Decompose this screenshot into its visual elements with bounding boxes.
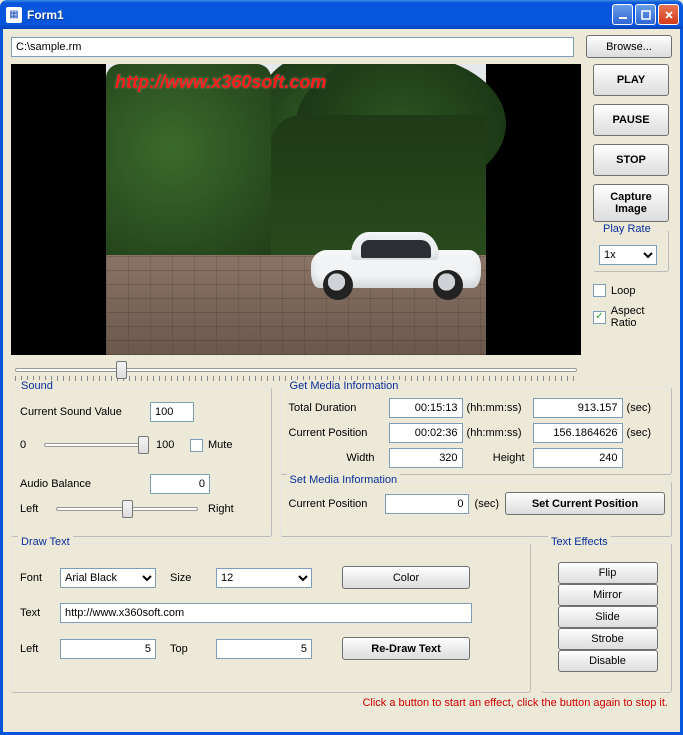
window-buttons [612, 4, 679, 25]
sound-current-label: Current Sound Value [20, 406, 150, 418]
width-label: Width [289, 452, 385, 464]
maximize-button[interactable] [635, 4, 656, 25]
volume-slider[interactable] [40, 434, 150, 456]
video-preview: http://www.x360soft.com [11, 64, 581, 355]
position-slider-row [11, 359, 581, 381]
height-label: Height [467, 452, 529, 464]
balance-right-label: Right [208, 503, 234, 515]
sec-hint-3: (sec) [475, 498, 499, 510]
video-watermark: http://www.x360soft.com [115, 72, 326, 93]
balance-input[interactable] [150, 474, 210, 494]
set-media-group: Set Media Information Current Position (… [280, 481, 672, 537]
draw-text-input[interactable] [60, 603, 472, 623]
aspect-ratio-checkbox[interactable] [593, 311, 606, 324]
balance-slider[interactable] [52, 498, 202, 520]
current-position-hms[interactable] [389, 423, 463, 443]
mute-checkbox[interactable] [190, 439, 203, 452]
file-row: Browse... [11, 35, 672, 58]
main-row: http://www.x360soft.com PLAY PAUSE STOP … [11, 64, 672, 355]
color-button[interactable]: Color [342, 566, 470, 589]
window-title: Form1 [27, 8, 612, 22]
top-label: Top [170, 643, 216, 655]
set-position-input[interactable] [385, 494, 469, 514]
sound-value-input[interactable] [150, 402, 194, 422]
set-position-label: Current Position [289, 498, 379, 510]
effect-mirror-button[interactable]: Mirror [558, 584, 658, 606]
font-label: Font [20, 572, 60, 584]
balance-left-label: Left [20, 503, 46, 515]
redraw-text-button[interactable]: Re-Draw Text [342, 637, 470, 660]
font-select[interactable]: Arial Black [60, 568, 156, 588]
current-position-label: Current Position [289, 427, 385, 439]
aspect-row: Aspect Ratio [593, 305, 672, 329]
minimize-button[interactable] [612, 4, 633, 25]
sound-min-label: 0 [20, 439, 34, 451]
sound-group: Sound Current Sound Value 0 100 Mute Aud… [11, 387, 272, 537]
footer-message: Click a button to start an effect, click… [11, 697, 672, 709]
effect-slide-button[interactable]: Slide [558, 606, 658, 628]
draw-text-group: Draw Text Font Arial Black Size 12 Color… [11, 543, 531, 693]
close-button[interactable] [658, 4, 679, 25]
set-media-legend: Set Media Information [287, 474, 401, 486]
total-duration-label: Total Duration [289, 402, 385, 414]
text-effects-group: Text Effects Flip Mirror Slide Strobe Di… [541, 543, 672, 693]
title-bar: ▦ Form1 [0, 0, 683, 29]
right-controls: PLAY PAUSE STOP Capture Image Play Rate … [593, 64, 672, 355]
get-media-legend: Get Media Information [287, 380, 402, 392]
play-button[interactable]: PLAY [593, 64, 669, 96]
sound-max-label: 100 [156, 439, 182, 451]
app-icon: ▦ [6, 7, 22, 23]
sec-hint-1: (sec) [627, 402, 661, 414]
loop-checkbox[interactable] [593, 284, 606, 297]
pause-button[interactable]: PAUSE [593, 104, 669, 136]
sound-legend: Sound [18, 380, 56, 392]
set-position-button[interactable]: Set Current Position [505, 492, 665, 515]
loop-row: Loop [593, 284, 672, 297]
browse-button[interactable]: Browse... [586, 35, 672, 58]
play-rate-group: Play Rate 1x [593, 230, 669, 272]
draw-top-input[interactable] [216, 639, 312, 659]
media-height[interactable] [533, 448, 623, 468]
size-select[interactable]: 12 [216, 568, 312, 588]
play-rate-select[interactable]: 1x [599, 245, 657, 265]
effect-flip-button[interactable]: Flip [558, 562, 658, 584]
hms-hint-1: (hh:mm:ss) [467, 402, 529, 414]
play-rate-legend: Play Rate [600, 223, 654, 235]
loop-label: Loop [611, 285, 635, 297]
draw-left-input[interactable] [60, 639, 156, 659]
effect-disable-button[interactable]: Disable [558, 650, 658, 672]
size-label: Size [170, 572, 216, 584]
draw-text-legend: Draw Text [18, 536, 73, 548]
hms-hint-2: (hh:mm:ss) [467, 427, 529, 439]
aspect-ratio-label: Aspect Ratio [611, 305, 672, 329]
current-position-sec[interactable] [533, 423, 623, 443]
mute-label: Mute [208, 439, 232, 451]
balance-label: Audio Balance [20, 478, 150, 490]
text-label: Text [20, 607, 60, 619]
effect-strobe-button[interactable]: Strobe [558, 628, 658, 650]
total-duration-sec[interactable] [533, 398, 623, 418]
get-media-group: Get Media Information Total Duration (hh… [280, 387, 672, 475]
text-effects-legend: Text Effects [548, 536, 611, 548]
capture-image-button[interactable]: Capture Image [593, 184, 669, 222]
mid-row: Sound Current Sound Value 0 100 Mute Aud… [11, 387, 672, 537]
position-slider[interactable] [11, 359, 581, 381]
left-label: Left [20, 643, 60, 655]
client-area: Browse... http://www.x360soft.com PLAY P… [0, 29, 683, 735]
sec-hint-2: (sec) [627, 427, 661, 439]
file-path-input[interactable] [11, 37, 574, 57]
media-width[interactable] [389, 448, 463, 468]
total-duration-hms[interactable] [389, 398, 463, 418]
stop-button[interactable]: STOP [593, 144, 669, 176]
video-frame [106, 64, 486, 355]
bottom-row: Draw Text Font Arial Black Size 12 Color… [11, 543, 672, 693]
